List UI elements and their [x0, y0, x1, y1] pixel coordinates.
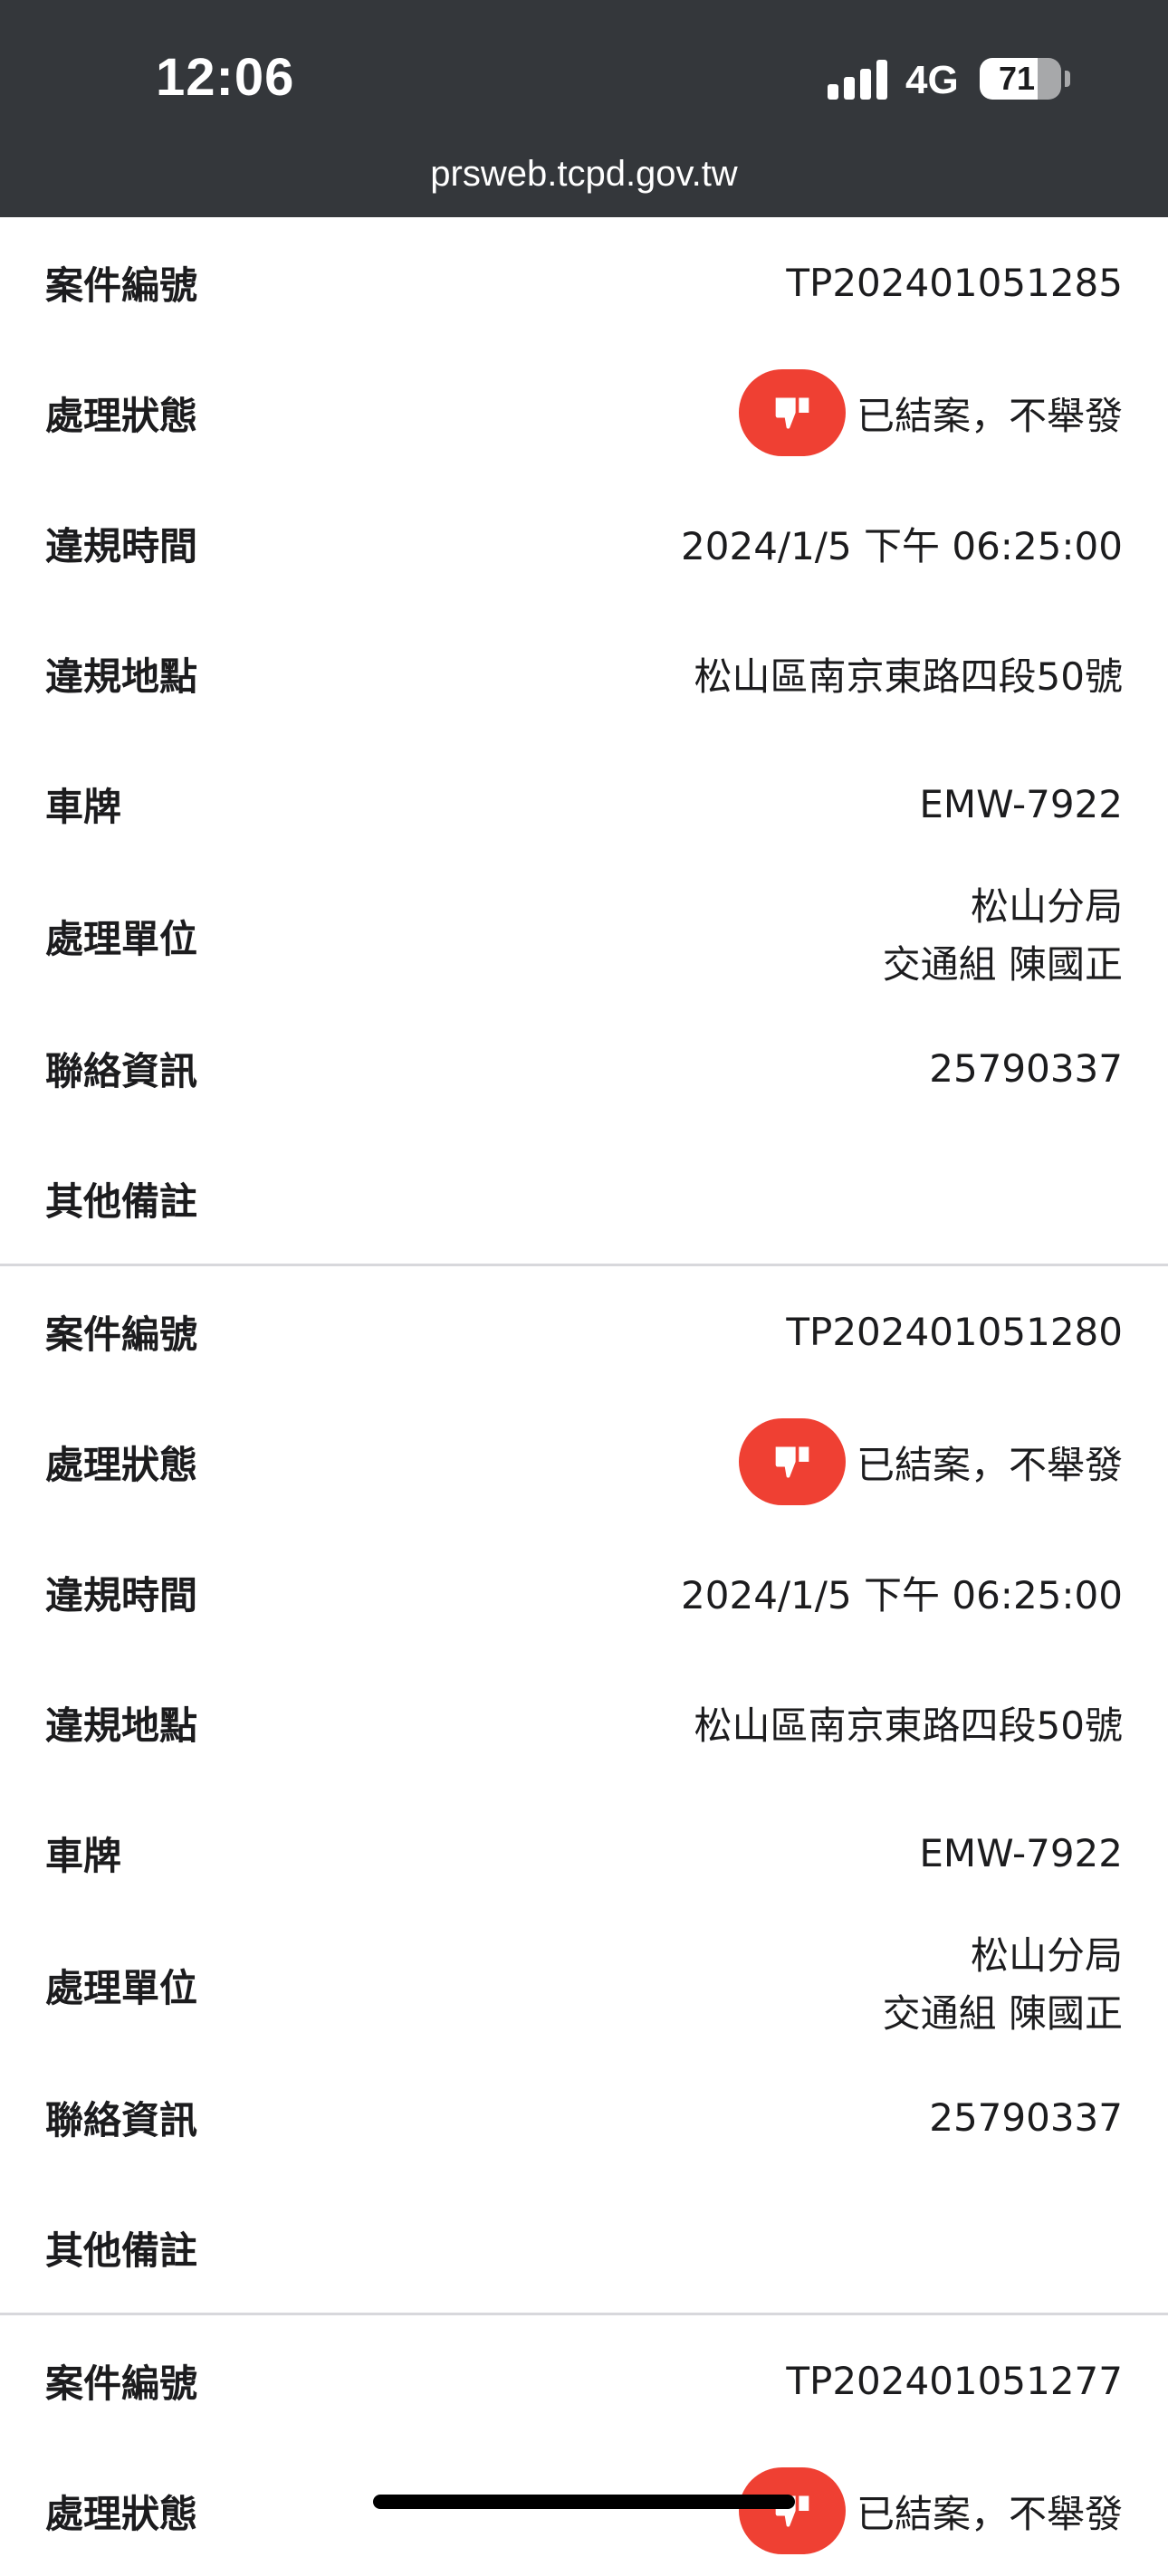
case-number-value: TP202401051280 [786, 1309, 1123, 1354]
case-number-row: 案件編號 TP202401051280 [0, 1266, 1168, 1397]
status-value: 已結案，不舉發 [738, 348, 1123, 478]
status-value: 已結案，不舉發 [738, 2446, 1123, 2576]
violation-time-row: 違規時間 2024/1/5 下午 06:25:00 [0, 478, 1168, 608]
battery-percent: 71 [998, 60, 1036, 97]
violation-location-row: 違規地點 松山區南京東路四段50號 [0, 1657, 1168, 1788]
case-list: 案件編號 TP202401051285 處理狀態 已結案，不舉發 違規時間 20… [0, 217, 1168, 2576]
case-record: 案件編號 TP202401051277 處理狀態 已結案，不舉發 [0, 2315, 1168, 2576]
notes-row: 其他備註 [0, 1133, 1168, 1264]
handling-unit-line2: 交通組 陳國正 [882, 942, 1123, 987]
status-text: 已結案，不舉發 [856, 2491, 1123, 2536]
notes-label: 其他備註 [45, 1178, 198, 1224]
handling-unit-row: 處理單位 松山分局 交通組 陳國正 [0, 869, 1168, 1003]
case-number-value: TP202401051277 [786, 2358, 1123, 2403]
notes-label: 其他備註 [45, 2228, 198, 2273]
thumbs-down-icon [738, 2467, 846, 2554]
status-label: 處理狀態 [45, 1442, 198, 1487]
case-number-label: 案件編號 [45, 2361, 198, 2406]
handling-unit-value: 松山分局 交通組 陳國正 [883, 869, 1123, 1003]
license-plate-row: 車牌 EMW-7922 [0, 1788, 1168, 1918]
status-row: 處理狀態 已結案，不舉發 [0, 348, 1168, 478]
license-plate-value: EMW-7922 [919, 781, 1123, 826]
status-value: 已結案，不舉發 [738, 1397, 1123, 1527]
case-number-row: 案件編號 TP202401051277 [0, 2315, 1168, 2446]
handling-unit-line1: 松山分局 [970, 1933, 1123, 1978]
status-label: 處理狀態 [45, 2491, 198, 2536]
license-plate-row: 車牌 EMW-7922 [0, 739, 1168, 869]
address-bar-url[interactable]: prsweb.tcpd.gov.tw [0, 154, 1168, 195]
signal-icon [828, 60, 889, 100]
contact-label: 聯絡資訊 [45, 1048, 198, 1093]
license-plate-value: EMW-7922 [919, 1830, 1123, 1875]
handling-unit-line2: 交通組 陳國正 [882, 1991, 1123, 2036]
violation-time-label: 違規時間 [45, 523, 198, 568]
case-record: 案件編號 TP202401051285 處理狀態 已結案，不舉發 違規時間 20… [0, 217, 1168, 1266]
contact-row: 聯絡資訊 25790337 [0, 1003, 1168, 1133]
battery-cap [1065, 71, 1070, 87]
contact-row: 聯絡資訊 25790337 [0, 2052, 1168, 2182]
case-number-row: 案件編號 TP202401051285 [0, 217, 1168, 348]
case-number-label: 案件編號 [45, 262, 198, 308]
battery-icon: 71 [980, 58, 1061, 100]
violation-time-value: 2024/1/5 下午 06:25:00 [681, 1572, 1123, 1617]
violation-location-row: 違規地點 松山區南京東路四段50號 [0, 608, 1168, 739]
case-number-value: TP202401051285 [786, 260, 1123, 305]
handling-unit-line1: 松山分局 [970, 884, 1123, 929]
violation-location-label: 違規地點 [45, 1703, 198, 1748]
notes-row: 其他備註 [0, 2182, 1168, 2313]
handling-unit-label: 處理單位 [45, 1965, 198, 2010]
violation-time-row: 違規時間 2024/1/5 下午 06:25:00 [0, 1527, 1168, 1657]
network-type: 4G [905, 58, 959, 102]
license-plate-label: 車牌 [45, 784, 122, 829]
handling-unit-value: 松山分局 交通組 陳國正 [883, 1918, 1123, 2052]
contact-label: 聯絡資訊 [45, 2097, 198, 2142]
license-plate-label: 車牌 [45, 1833, 122, 1878]
status-label: 處理狀態 [45, 393, 198, 438]
status-bar: 12:06 4G 71 prsweb.tcpd.gov.tw [0, 0, 1168, 217]
case-record: 案件編號 TP202401051280 處理狀態 已結案，不舉發 違規時間 20… [0, 1266, 1168, 2315]
violation-time-label: 違規時間 [45, 1572, 198, 1617]
violation-location-label: 違規地點 [45, 654, 198, 699]
handling-unit-label: 處理單位 [45, 916, 198, 961]
status-row: 處理狀態 已結案，不舉發 [0, 1397, 1168, 1527]
home-indicator[interactable] [373, 2495, 795, 2509]
thumbs-down-icon [738, 369, 846, 456]
thumbs-down-icon [738, 1418, 846, 1505]
status-row: 處理狀態 已結案，不舉發 [0, 2446, 1168, 2576]
status-text: 已結案，不舉發 [856, 393, 1123, 438]
status-text: 已結案，不舉發 [856, 1442, 1123, 1487]
violation-location-value: 松山區南京東路四段50號 [694, 1703, 1123, 1748]
status-time: 12:06 [156, 48, 295, 107]
violation-location-value: 松山區南京東路四段50號 [694, 654, 1123, 699]
handling-unit-row: 處理單位 松山分局 交通組 陳國正 [0, 1918, 1168, 2052]
case-number-label: 案件編號 [45, 1312, 198, 1357]
contact-value[interactable]: 25790337 [929, 1003, 1123, 1133]
contact-value[interactable]: 25790337 [929, 2052, 1123, 2182]
violation-time-value: 2024/1/5 下午 06:25:00 [681, 523, 1123, 568]
